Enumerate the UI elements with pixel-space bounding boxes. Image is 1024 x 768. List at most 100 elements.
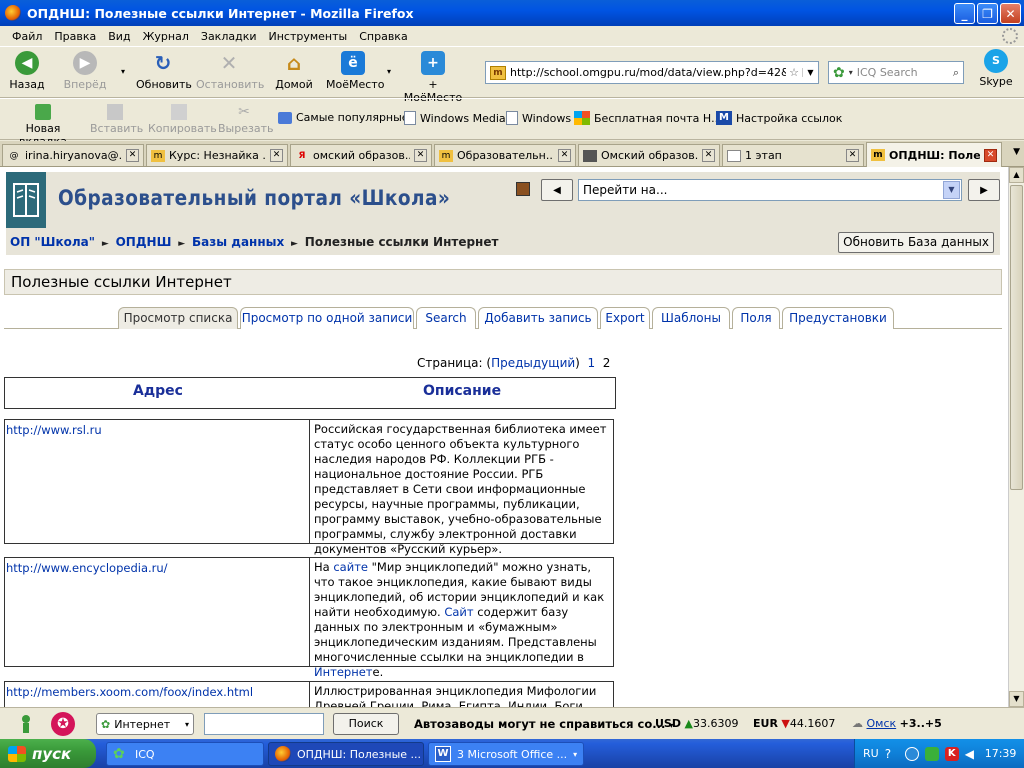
- site-link[interactable]: Сайт: [444, 605, 473, 619]
- home-button[interactable]: ⌂ Домой: [274, 51, 314, 91]
- moodle-docs-icon[interactable]: [516, 182, 530, 196]
- menu-file[interactable]: Файл: [6, 30, 48, 43]
- menu-tools[interactable]: Инструменты: [263, 30, 354, 43]
- search-icon[interactable]: ⌕: [953, 66, 959, 80]
- internet-link[interactable]: Интернет: [314, 665, 373, 679]
- tab-templates[interactable]: Шаблоны: [652, 307, 730, 329]
- menu-bookmarks[interactable]: Закладки: [195, 30, 263, 43]
- menu-view[interactable]: Вид: [102, 30, 136, 43]
- taskbar-item-icq[interactable]: ✿ ICQ: [106, 742, 264, 766]
- icq-search-input[interactable]: [204, 713, 324, 735]
- entry-url-link[interactable]: http://www.rsl.ru: [6, 423, 102, 437]
- tab-close-icon[interactable]: ✕: [984, 148, 997, 162]
- bookmark-windows[interactable]: Windows: [506, 111, 571, 125]
- icq-figure-icon[interactable]: [14, 713, 38, 735]
- bookmark-link-settings[interactable]: M Настройка ссылок: [716, 111, 842, 125]
- kaspersky-icon[interactable]: K: [944, 746, 959, 761]
- scroll-down-icon[interactable]: ▼: [1009, 691, 1024, 707]
- site-link[interactable]: сайте: [333, 560, 368, 574]
- tab-close-icon[interactable]: ✕: [126, 149, 139, 162]
- scroll-up-icon[interactable]: ▲: [1009, 167, 1024, 183]
- tab-mail[interactable]: @ irina.hiryanova@... ✕: [2, 144, 144, 166]
- tab-list-dropdown[interactable]: ▼: [1013, 147, 1020, 157]
- firefox-icon: [5, 5, 21, 21]
- taskbar-item-office[interactable]: W 3 Microsoft Office ... ▾: [428, 742, 584, 766]
- paste-button[interactable]: Вставить: [90, 104, 143, 135]
- url-text[interactable]: http://school.omgpu.ru/mod/data/view.php…: [510, 66, 786, 79]
- close-button[interactable]: ✕: [1000, 3, 1021, 24]
- mymesto-dropdown[interactable]: ▾: [386, 67, 392, 76]
- icq-flower-icon[interactable]: ✿: [833, 65, 845, 81]
- skype-button[interactable]: S Skype: [976, 49, 1016, 88]
- icq-scope-select[interactable]: ✿ Интернет ▾: [96, 713, 194, 735]
- previous-activity-button[interactable]: ◀: [541, 179, 573, 201]
- weather-city[interactable]: Омск: [867, 717, 897, 730]
- jump-to-select[interactable]: Перейти на... ▼: [578, 179, 962, 201]
- tab-close-icon[interactable]: ✕: [270, 149, 283, 162]
- star-icon[interactable]: ✪: [51, 712, 75, 736]
- next-activity-button[interactable]: ▶: [968, 179, 1000, 201]
- url-bar[interactable]: m http://school.omgpu.ru/mod/data/view.p…: [485, 61, 819, 84]
- search-box[interactable]: ✿ ▾ ICQ Search ⌕: [828, 61, 964, 84]
- reload-button[interactable]: ↻ Обновить: [136, 51, 192, 91]
- back-circle-icon[interactable]: [904, 746, 919, 761]
- bookmark-windows-media[interactable]: Windows Media: [404, 111, 506, 125]
- bookmark-popular[interactable]: Самые популярные: [278, 111, 409, 124]
- update-database-button[interactable]: Обновить База данных: [838, 232, 994, 253]
- tab-fields[interactable]: Поля: [732, 307, 780, 329]
- entry-url-link[interactable]: http://members.xoom.com/foox/index.html: [6, 685, 253, 699]
- tab-education[interactable]: m Образовательн... ✕: [434, 144, 576, 166]
- tab-close-icon[interactable]: ✕: [414, 149, 427, 162]
- url-dropdown-icon[interactable]: ▼: [802, 68, 818, 77]
- tab-stage-1[interactable]: 1 этап ✕: [722, 144, 864, 166]
- search-input[interactable]: ICQ Search: [857, 66, 953, 79]
- scroll-thumb[interactable]: [1010, 185, 1023, 490]
- entry-url-link[interactable]: http://www.encyclopedia.ru/: [6, 561, 168, 575]
- history-dropdown[interactable]: ▾: [120, 67, 126, 76]
- back-button[interactable]: ◀ Назад: [8, 51, 46, 91]
- help-icon[interactable]: ?: [885, 747, 899, 761]
- volume-icon[interactable]: ◀: [965, 747, 979, 761]
- news-ticker[interactable]: Автозаводы могут не справиться со... ▾: [414, 717, 673, 731]
- menu-edit[interactable]: Правка: [48, 30, 102, 43]
- up-arrow-icon: ▲: [684, 717, 693, 730]
- cut-button[interactable]: ✂ Вырезать: [218, 104, 273, 135]
- tab-list-view[interactable]: Просмотр списка: [118, 307, 238, 329]
- add-mymesto-button[interactable]: + + МоёМесто: [400, 51, 466, 104]
- search-engine-dropdown[interactable]: ▾: [849, 68, 853, 77]
- tab-yandex[interactable]: Я омский образов... ✕: [290, 144, 432, 166]
- bookmark-free-mail[interactable]: Бесплатная почта Н...: [574, 111, 722, 125]
- breadcrumb-opdnsh[interactable]: ОПДНШ: [116, 235, 172, 249]
- pager-previous-link[interactable]: Предыдущий: [491, 356, 575, 370]
- tab-close-icon[interactable]: ✕: [702, 149, 715, 162]
- pager-page-1[interactable]: 1: [588, 356, 596, 370]
- tab-single-view[interactable]: Просмотр по одной записи: [240, 307, 414, 329]
- icq-search-button[interactable]: Поиск: [333, 713, 399, 735]
- restore-button[interactable]: ❐: [977, 3, 998, 24]
- forward-button[interactable]: ▶ Вперёд: [62, 51, 108, 91]
- tab-export[interactable]: Export: [600, 307, 650, 329]
- start-button[interactable]: пуск: [0, 739, 96, 768]
- tab-close-icon[interactable]: ✕: [846, 149, 859, 162]
- shield-icon[interactable]: [924, 746, 939, 761]
- tab-course[interactable]: m Курс: Незнайка ... ✕: [146, 144, 288, 166]
- copy-button[interactable]: Копировать: [148, 104, 217, 135]
- breadcrumb-databases[interactable]: Базы данных: [192, 235, 284, 249]
- tab-presets[interactable]: Предустановки: [782, 307, 894, 329]
- taskbar-item-firefox[interactable]: ОПДНШ: Полезные ...: [268, 742, 424, 766]
- weather[interactable]: ☁ Омск +3..+5: [852, 717, 942, 730]
- menu-history[interactable]: Журнал: [137, 30, 195, 43]
- tab-add-entry[interactable]: Добавить запись: [478, 307, 598, 329]
- language-indicator[interactable]: RU: [863, 747, 879, 760]
- tab-omsk-education[interactable]: Омский образов... ✕: [578, 144, 720, 166]
- mymesto-button[interactable]: ё МоёМесто: [326, 51, 384, 91]
- tab-search[interactable]: Search: [416, 307, 476, 329]
- stop-button[interactable]: ✕ Остановить: [196, 51, 264, 91]
- breadcrumb-portal[interactable]: ОП "Школа": [10, 235, 95, 249]
- menu-help[interactable]: Справка: [353, 30, 413, 43]
- bookmark-star-icon[interactable]: ☆: [786, 66, 802, 79]
- vertical-scrollbar[interactable]: ▲ ▼: [1008, 167, 1024, 707]
- minimize-button[interactable]: _: [954, 3, 975, 24]
- tab-active-opdnsh[interactable]: m ОПДНШ: Поле... ✕: [866, 142, 1002, 167]
- tab-close-icon[interactable]: ✕: [558, 149, 571, 162]
